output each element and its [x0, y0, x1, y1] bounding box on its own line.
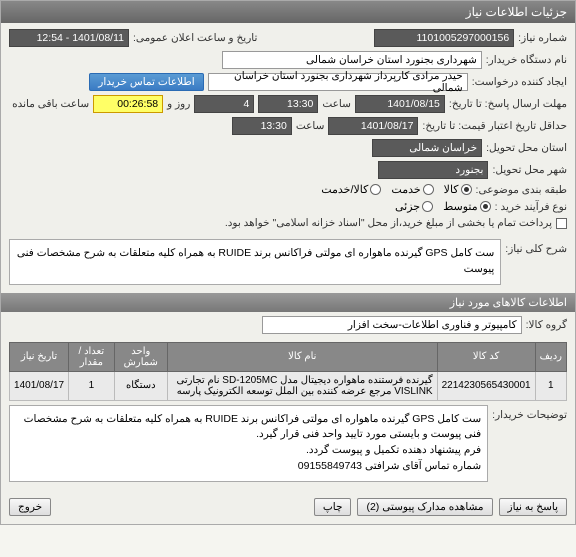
- cell-date: 1401/08/17: [10, 371, 69, 400]
- need-no-value: 1101005297000156: [374, 29, 514, 47]
- need-no-label: شماره نیاز:: [518, 32, 567, 44]
- summary-label: شرح کلی نیاز:: [505, 239, 567, 255]
- validity-time: 13:30: [232, 117, 292, 135]
- deadline-label: مهلت ارسال پاسخ: تا تاریخ:: [449, 98, 567, 110]
- announce-label: تاریخ و ساعت اعلان عمومی:: [133, 32, 257, 44]
- cell-qty: 1: [69, 371, 115, 400]
- creator-value: حیدر مرادی کارپرداز شهرداری بجنورد استان…: [208, 73, 468, 91]
- category-radios: کالا خدمت کالا/خدمت: [321, 183, 471, 196]
- table-row[interactable]: 1 2214230565430001 گیرنده فرستنده ماهوار…: [10, 371, 567, 400]
- window-title: جزئیات اطلاعات نیاز: [1, 1, 575, 23]
- city-value: بجنورد: [378, 161, 488, 179]
- validity-label: حداقل تاریخ اعتبار قیمت: تا تاریخ:: [422, 120, 567, 132]
- days-and-label: روز و: [167, 98, 190, 110]
- cell-row: 1: [535, 371, 566, 400]
- cell-code: 2214230565430001: [437, 371, 535, 400]
- countdown: 00:26:58: [93, 95, 163, 113]
- deadline-date: 1401/08/15: [355, 95, 445, 113]
- radio-small[interactable]: [422, 201, 433, 212]
- payment-note: پرداخت تمام یا بخشی از مبلغ خرید،از محل …: [225, 217, 552, 229]
- th-unit: واحد شمارش: [114, 342, 167, 371]
- city-label: شهر محل تحویل:: [492, 164, 567, 176]
- th-date: تاریخ نیاز: [10, 342, 69, 371]
- time-label-1: ساعت: [322, 98, 351, 110]
- buyer-notes-label: توضیحات خریدار:: [492, 405, 567, 421]
- province-label: استان محل تحویل:: [486, 142, 567, 154]
- process-radios: متوسط جزئی: [395, 200, 491, 213]
- goods-section-header: اطلاعات کالاهای مورد نیاز: [1, 293, 575, 312]
- reply-button[interactable]: پاسخ به نیاز: [499, 498, 567, 516]
- radio-mid-label: متوسط: [443, 200, 478, 213]
- cell-unit: دستگاه: [114, 371, 167, 400]
- process-label: نوع فرآیند خرید :: [495, 201, 567, 213]
- attachments-button[interactable]: مشاهده مدارک پیوستی (2): [357, 498, 492, 516]
- province-value: خراسان شمالی: [372, 139, 482, 157]
- time-label-2: ساعت: [296, 120, 325, 132]
- radio-goods-service-label: کالا/خدمت: [321, 183, 368, 196]
- goods-table: ردیف کد کالا نام کالا واحد شمارش تعداد /…: [9, 342, 567, 401]
- treasury-checkbox[interactable]: [556, 218, 567, 229]
- days-count: 4: [194, 95, 254, 113]
- goods-group-value: کامپیوتر و فناوری اطلاعات-سخت افزار: [262, 316, 522, 334]
- validity-date: 1401/08/17: [328, 117, 418, 135]
- announce-value: 1401/08/11 - 12:54: [9, 29, 129, 47]
- radio-service-label: خدمت: [391, 183, 420, 196]
- radio-goods-label: کالا: [444, 183, 459, 196]
- radio-service[interactable]: [423, 184, 434, 195]
- radio-goods[interactable]: [461, 184, 472, 195]
- th-row: ردیف: [535, 342, 566, 371]
- buyer-notes-text: ست کامل GPS گیرنده ماهواره ای مولتی فراک…: [9, 405, 488, 482]
- goods-group-label: گروه کالا:: [526, 319, 567, 331]
- radio-goods-service[interactable]: [370, 184, 381, 195]
- th-qty: تعداد / مقدار: [69, 342, 115, 371]
- category-label: طبقه بندی موضوعی:: [476, 184, 567, 196]
- th-name: نام کالا: [167, 342, 437, 371]
- remaining-label: ساعت باقی مانده: [12, 98, 89, 110]
- summary-text: ست کامل GPS گیرنده ماهواره ای مولتی فراک…: [9, 239, 501, 285]
- buyer-org-value: شهرداری بجنورد استان خراسان شمالی: [222, 51, 482, 69]
- buyer-org-label: نام دستگاه خریدار:: [486, 54, 567, 66]
- radio-small-label: جزئی: [395, 200, 420, 213]
- print-button[interactable]: چاپ: [314, 498, 352, 516]
- radio-mid[interactable]: [480, 201, 491, 212]
- contact-buyer-button[interactable]: اطلاعات تماس خریدار: [89, 73, 203, 91]
- deadline-time: 13:30: [258, 95, 318, 113]
- creator-label: ایجاد کننده درخواست:: [472, 76, 567, 88]
- close-button[interactable]: خروج: [9, 498, 51, 516]
- cell-name: گیرنده فرستنده ماهواره دیجیتال مدل SD-12…: [167, 371, 437, 400]
- th-code: کد کالا: [437, 342, 535, 371]
